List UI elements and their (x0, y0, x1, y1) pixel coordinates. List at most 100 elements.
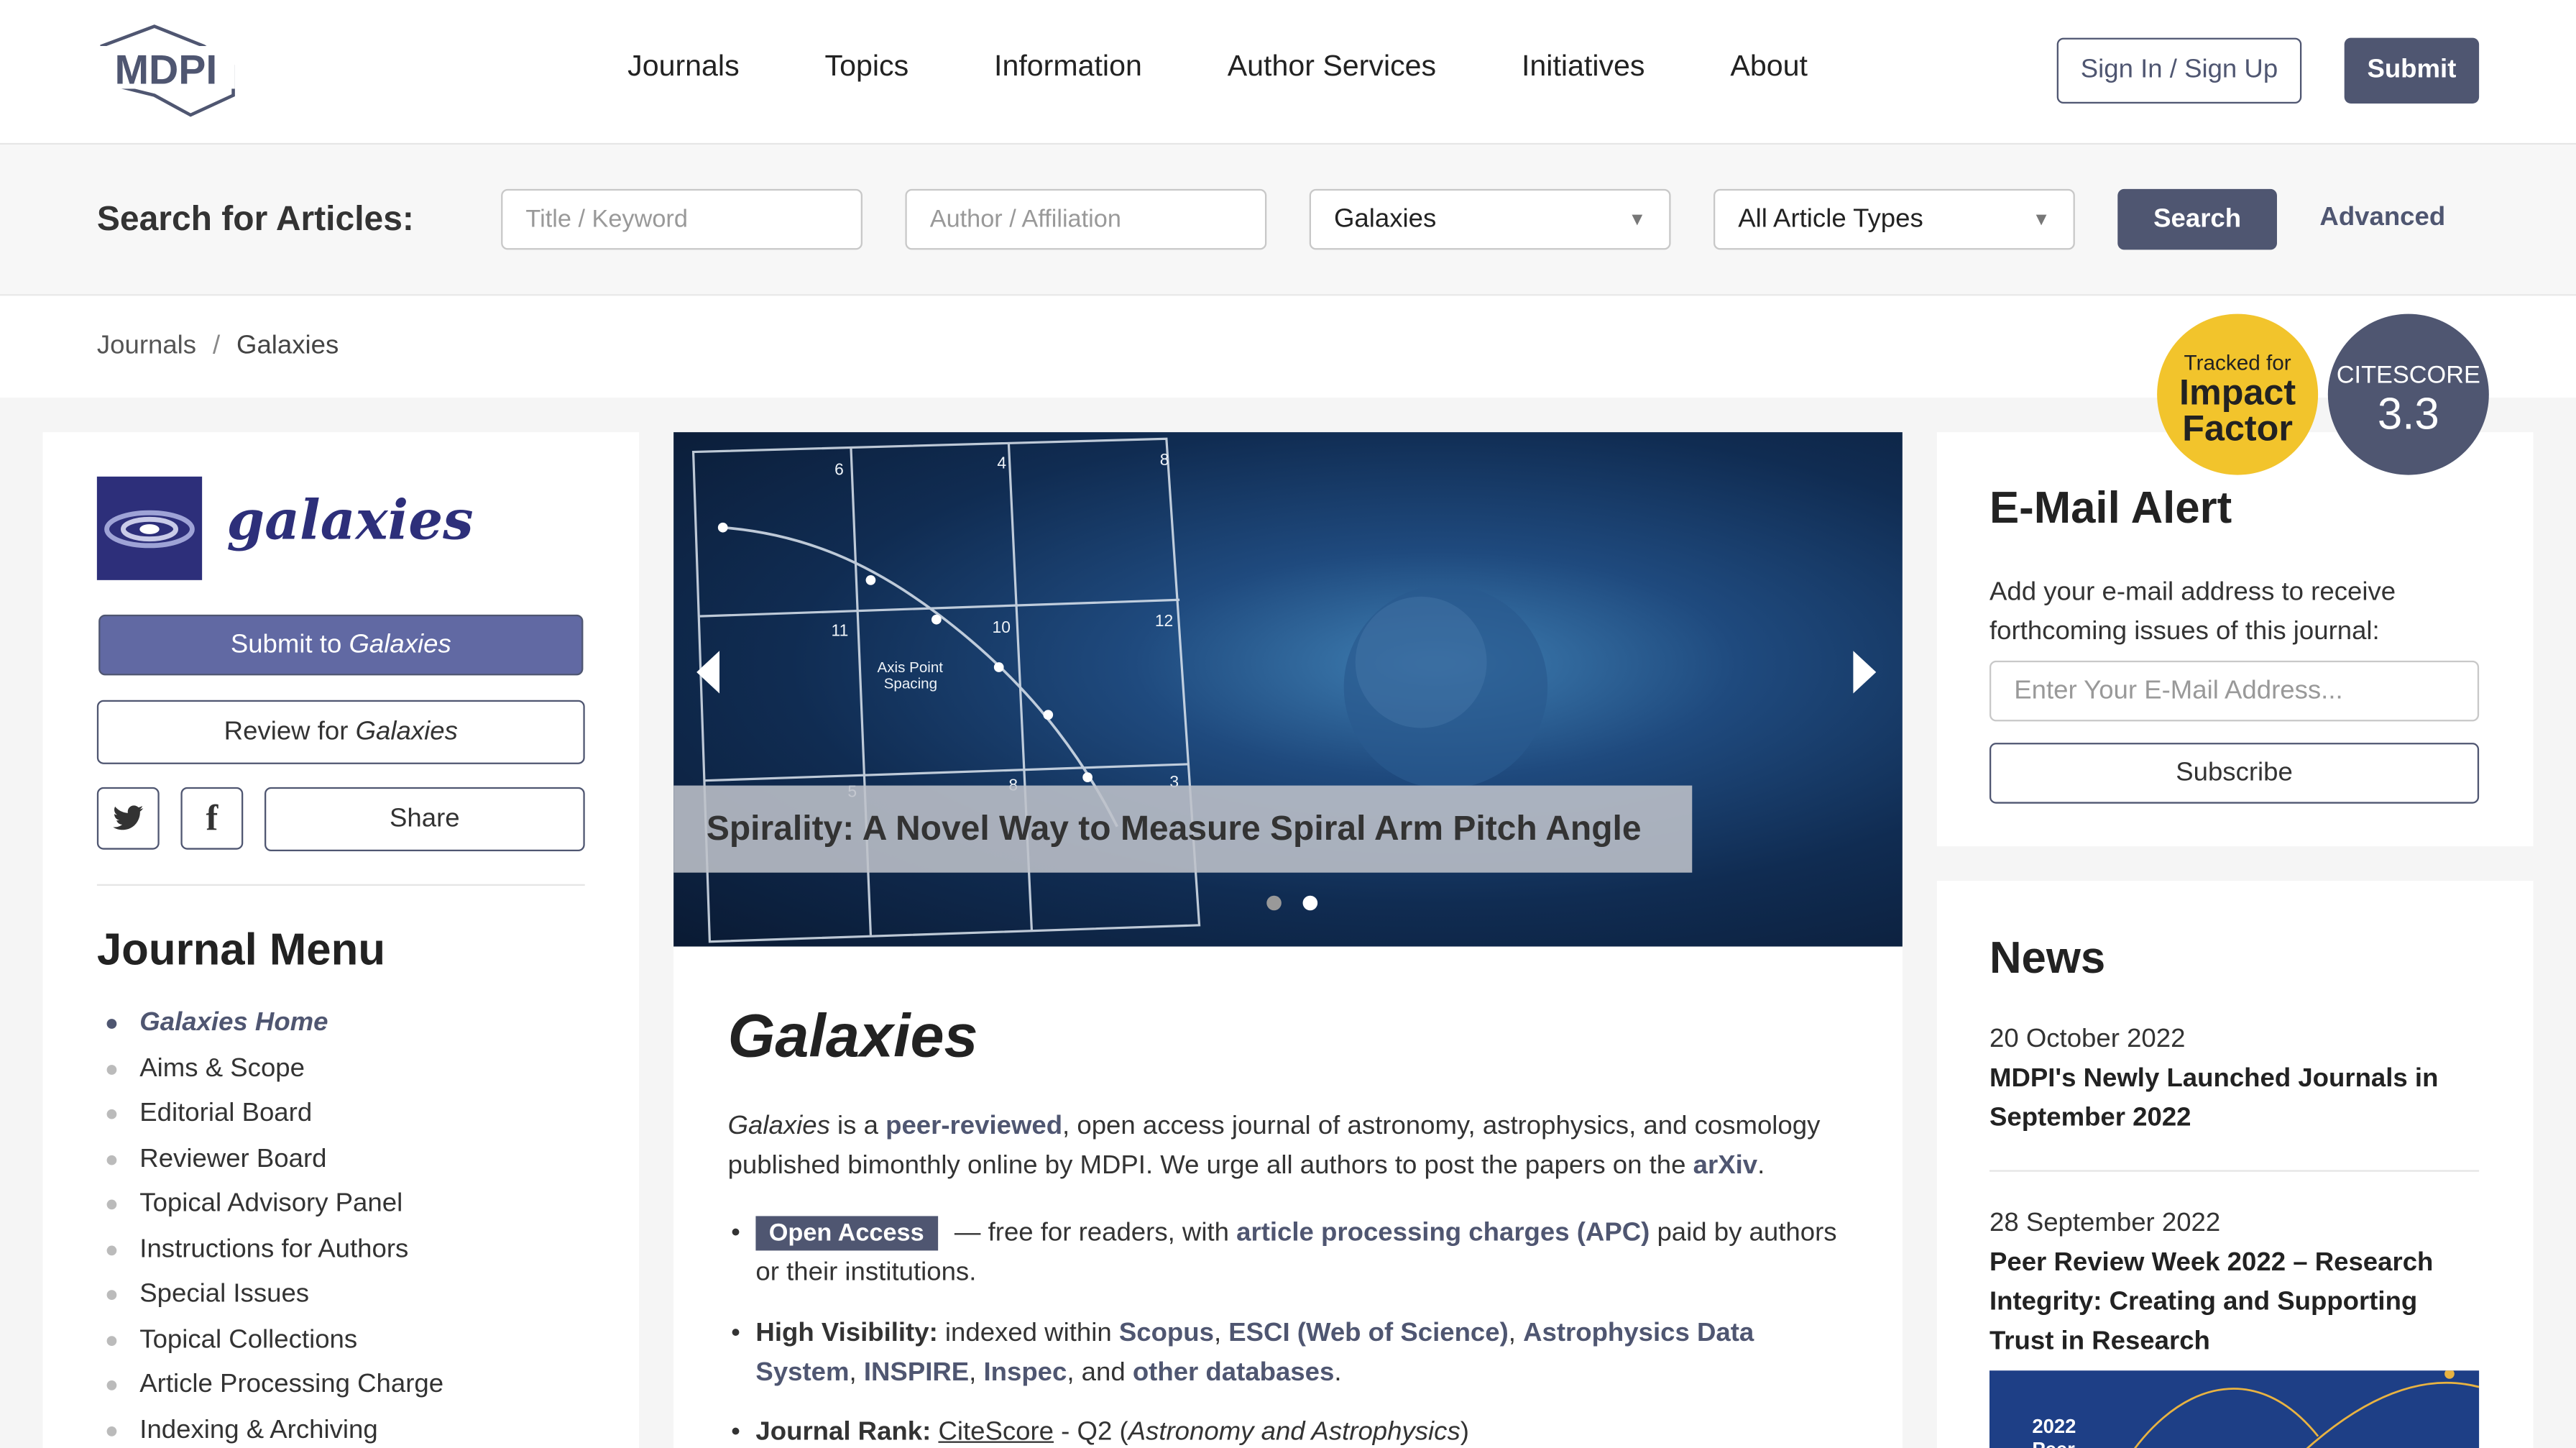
bullet-text: , and (1067, 1359, 1133, 1388)
arxiv-link[interactable]: arXiv (1693, 1152, 1757, 1180)
grid-number: 4 (997, 453, 1006, 472)
nav-journals[interactable]: Journals (627, 50, 740, 84)
bullet-text: — free for readers, with (947, 1219, 1237, 1247)
search-button[interactable]: Search (2117, 188, 2277, 250)
news-divider (1989, 1170, 2480, 1172)
hero-caption[interactable]: Spirality: A Novel Way to Measure Spiral… (673, 785, 1693, 873)
menu-item-topical-collections[interactable]: Topical Collections (100, 1325, 443, 1370)
carousel-prev-icon[interactable] (696, 651, 720, 707)
scopus-link[interactable]: Scopus (1119, 1319, 1214, 1347)
email-alert-description: Add your e-mail address to receive forth… (1989, 578, 2396, 646)
inspire-link[interactable]: INSPIRE (864, 1359, 969, 1387)
carousel-dot-active[interactable] (1302, 895, 1318, 911)
email-alert-title: E-Mail Alert (1989, 482, 2232, 533)
badge-factor-label: Factor (2182, 407, 2293, 449)
menu-item-instructions[interactable]: Instructions for Authors (100, 1235, 443, 1280)
submit-to-journal-button[interactable]: Submit to Galaxies (98, 614, 584, 676)
news-headline[interactable]: Peer Review Week 2022 – Research Integri… (1990, 1244, 2483, 1362)
high-visibility-label: High Visibility: (755, 1319, 938, 1348)
menu-item-editorial-board[interactable]: Editorial Board (100, 1099, 443, 1145)
author-affiliation-input[interactable]: Author / Affiliation (905, 188, 1267, 250)
logo-text: MDPI (114, 47, 217, 93)
hero-carousel[interactable]: 6 4 8 11 10 12 5 8 3 Axis Point Spacing … (673, 432, 1903, 947)
citescore-link[interactable]: CiteScore (938, 1419, 1054, 1447)
mdpi-logo[interactable]: MDPI (96, 23, 237, 119)
search-bar: Search for Articles: Title / Keyword Aut… (0, 145, 2576, 296)
citescore-badge[interactable]: CITESCORE 3.3 (2327, 313, 2489, 475)
menu-item-aims-scope[interactable]: Aims & Scope (100, 1054, 443, 1099)
title-keyword-input[interactable]: Title / Keyword (501, 188, 862, 250)
peer-reviewed-link[interactable]: peer-reviewed (886, 1112, 1062, 1140)
breadcrumb-separator: / (212, 331, 221, 360)
facebook-icon: f (206, 797, 218, 838)
menu-item-special-issues[interactable]: Special Issues (100, 1280, 443, 1326)
galaxies-logo-icon[interactable] (96, 476, 203, 580)
email-input[interactable]: Enter Your E-Mail Address... (1989, 660, 2480, 722)
nav-topics[interactable]: Topics (825, 50, 909, 84)
breadcrumb: Journals / Galaxies (97, 332, 339, 362)
citescore-label: CITESCORE (2336, 361, 2480, 390)
other-databases-link[interactable]: other databases (1133, 1359, 1334, 1387)
news-item[interactable]: 28 September 2022 Peer Review Week 2022 … (1990, 1204, 2483, 1362)
menu-item-topical-advisory-panel[interactable]: Topical Advisory Panel (100, 1190, 443, 1235)
grid-label: Spacing (884, 676, 937, 692)
impact-factor-badge[interactable]: Tracked for Impact Factor (2157, 313, 2319, 475)
nav-initiatives[interactable]: Initiatives (1522, 50, 1645, 84)
menu-item-indexing[interactable]: Indexing & Archiving (100, 1416, 443, 1448)
menu-item-apc[interactable]: Article Processing Charge (100, 1370, 443, 1416)
facebook-share-button[interactable]: f (180, 787, 244, 850)
news-item[interactable]: 20 October 2022 MDPI's Newly Launched Jo… (1990, 1020, 2483, 1139)
grid-number: 6 (834, 460, 844, 479)
journal-menu: Galaxies Home Aims & Scope Editorial Boa… (100, 1009, 443, 1448)
intro-journal-name: Galaxies (727, 1112, 830, 1141)
news-date: 28 September 2022 (1989, 1209, 2221, 1238)
news-image[interactable]: 2022 Peer (1989, 1370, 2480, 1448)
top-header: MDPI Journals Topics Information Author … (0, 0, 2576, 145)
rank-category: Astronomy and Astrophysics (1128, 1418, 1460, 1447)
bullet-text: ) (1460, 1418, 1469, 1447)
submit-button[interactable]: Submit (2344, 37, 2480, 104)
grid-number: 12 (1155, 611, 1173, 630)
menu-item-home[interactable]: Galaxies Home (100, 1009, 443, 1054)
journal-name[interactable]: galaxies (226, 488, 473, 552)
esci-link[interactable]: ESCI (Web of Science) (1228, 1319, 1508, 1347)
high-visibility-bullet: High Visibility: indexed within Scopus , … (728, 1315, 1862, 1394)
journal-title: Galaxies (727, 1002, 978, 1070)
breadcrumb-journals[interactable]: Journals (97, 332, 196, 360)
search-label: Search for Articles: (96, 200, 414, 239)
nav-information[interactable]: Information (994, 50, 1142, 84)
nav-about[interactable]: About (1730, 50, 1808, 84)
journal-intro: Galaxies is a peer-reviewed, open access… (728, 1108, 1862, 1187)
open-access-bullet: Open Access — free for readers, with art… (728, 1214, 1862, 1293)
bullet-text (931, 1419, 938, 1447)
sidebar-divider (96, 884, 585, 886)
nav-author-services[interactable]: Author Services (1228, 50, 1436, 84)
intro-text: . (1757, 1152, 1765, 1181)
bullet-text: . (1334, 1359, 1342, 1388)
caret-down-icon: ▼ (2032, 209, 2051, 229)
news-image-text: 2022 (2032, 1415, 2076, 1437)
carousel-dot[interactable] (1266, 895, 1282, 911)
journal-description: Galaxies Galaxies is a peer-reviewed, op… (673, 946, 1903, 1448)
grid-number: 8 (1160, 450, 1169, 469)
menu-item-reviewer-board[interactable]: Reviewer Board (100, 1145, 443, 1190)
news-headline[interactable]: MDPI's Newly Launched Journals in Septem… (1990, 1060, 2483, 1139)
journal-select-value: Galaxies (1333, 204, 1437, 233)
breadcrumb-current: Galaxies (236, 331, 339, 360)
advanced-search-link[interactable]: Advanced (2319, 203, 2445, 233)
article-type-select[interactable]: All Article Types ▼ (1713, 188, 2075, 250)
apc-link[interactable]: article processing charges (APC) (1236, 1219, 1650, 1247)
intro-text: is a (829, 1112, 886, 1141)
grid-number: 11 (832, 621, 849, 640)
twitter-share-button[interactable] (96, 787, 160, 850)
bullet-separator: , (969, 1359, 984, 1388)
citescore-value: 3.3 (2377, 389, 2439, 439)
caret-down-icon: ▼ (1628, 209, 1647, 229)
share-button[interactable]: Share (264, 787, 585, 851)
carousel-next-icon[interactable] (1853, 651, 1877, 707)
sign-in-button[interactable]: Sign In / Sign Up (2056, 37, 2302, 104)
journal-select[interactable]: Galaxies ▼ (1309, 188, 1671, 250)
subscribe-button[interactable]: Subscribe (1989, 743, 2480, 804)
review-for-journal-button[interactable]: Review for Galaxies (96, 700, 585, 764)
inspec-link[interactable]: Inspec (983, 1359, 1067, 1387)
